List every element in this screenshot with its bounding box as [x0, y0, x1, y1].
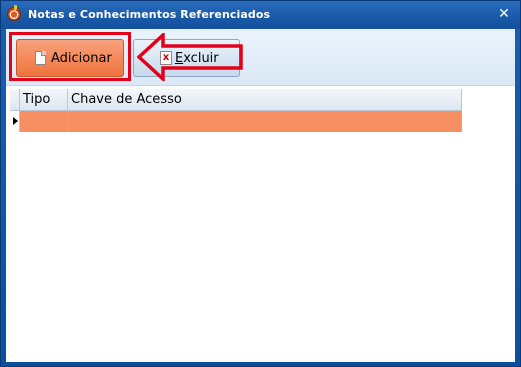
column-header-tipo[interactable]: Tipo [20, 89, 68, 110]
grid-header-indicator [10, 89, 20, 110]
grid-header: Tipo Chave de Acesso [10, 89, 462, 111]
window-title: Notas e Conhecimentos Referenciados [28, 8, 271, 21]
close-icon[interactable]: ✕ [496, 6, 512, 22]
dialog-window: Notas e Conhecimentos Referenciados ✕ Ad… [0, 0, 521, 367]
row-selector-icon[interactable] [10, 111, 20, 132]
dialog-client-area: Adicionar x Excluir Tipo Chave de Acesso [6, 29, 515, 362]
title-bar: Notas e Conhecimentos Referenciados ✕ [1, 1, 520, 29]
cell-tipo[interactable] [20, 111, 68, 132]
add-button[interactable]: Adicionar [16, 39, 124, 77]
table-row[interactable] [10, 111, 462, 132]
cell-chave[interactable] [68, 111, 462, 132]
column-header-chave[interactable]: Chave de Acesso [68, 89, 462, 110]
add-button-label: Adicionar [51, 50, 112, 66]
toolbar: Adicionar x Excluir [6, 29, 515, 86]
app-logo-icon [7, 5, 21, 21]
annotation-arrow-icon [137, 33, 243, 81]
references-grid[interactable]: Tipo Chave de Acesso [10, 89, 462, 132]
new-document-icon [35, 51, 46, 65]
